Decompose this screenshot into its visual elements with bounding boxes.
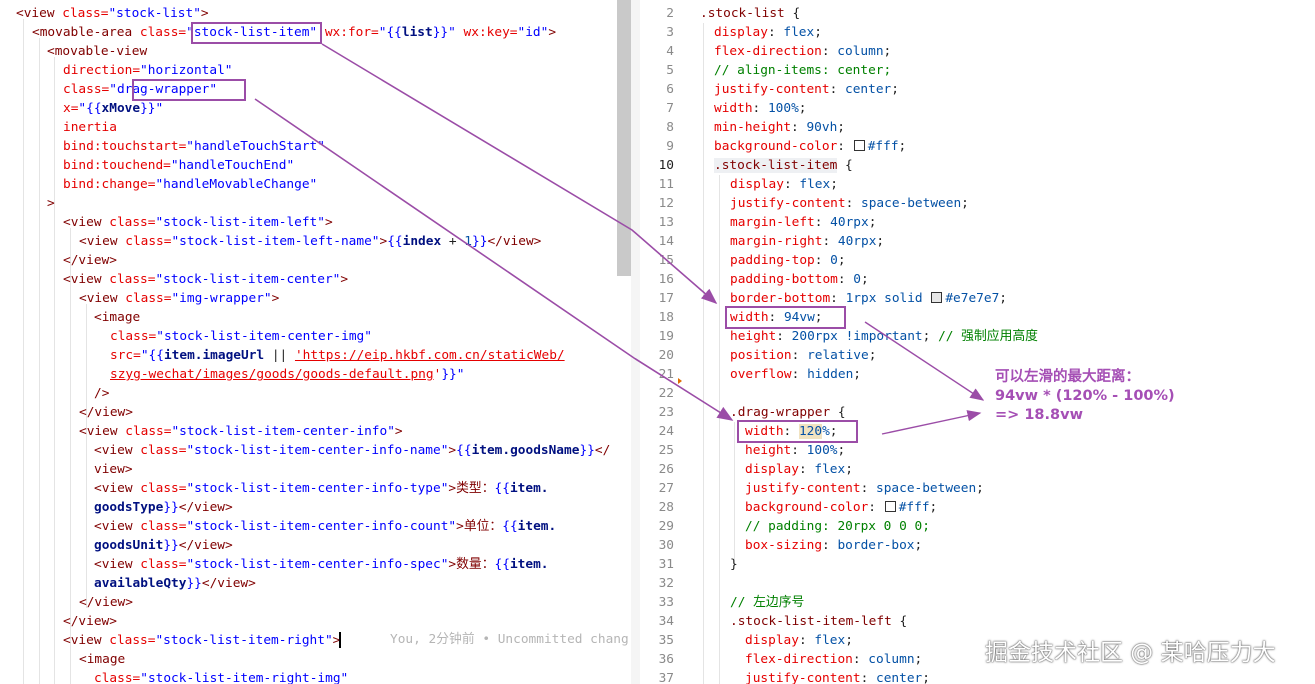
annotation-note: 可以左滑的最大距离： 94vw * (120% - 100%) => 18.8v… bbox=[995, 368, 1175, 425]
watermark: 掘金技术社区 @ 某哈压力大 bbox=[985, 640, 1276, 666]
arrow-120-to-note bbox=[881, 410, 982, 435]
annotation-line: => 18.8vw bbox=[995, 407, 1083, 423]
annotation-line: 可以左滑的最大距离： bbox=[995, 369, 1140, 385]
annotation-arrows bbox=[254, 43, 985, 435]
annotation-line: 94vw * (120% - 100%) bbox=[995, 388, 1175, 404]
arrow-item-to-width bbox=[321, 43, 718, 305]
arrow-94vw-to-note bbox=[864, 321, 985, 401]
